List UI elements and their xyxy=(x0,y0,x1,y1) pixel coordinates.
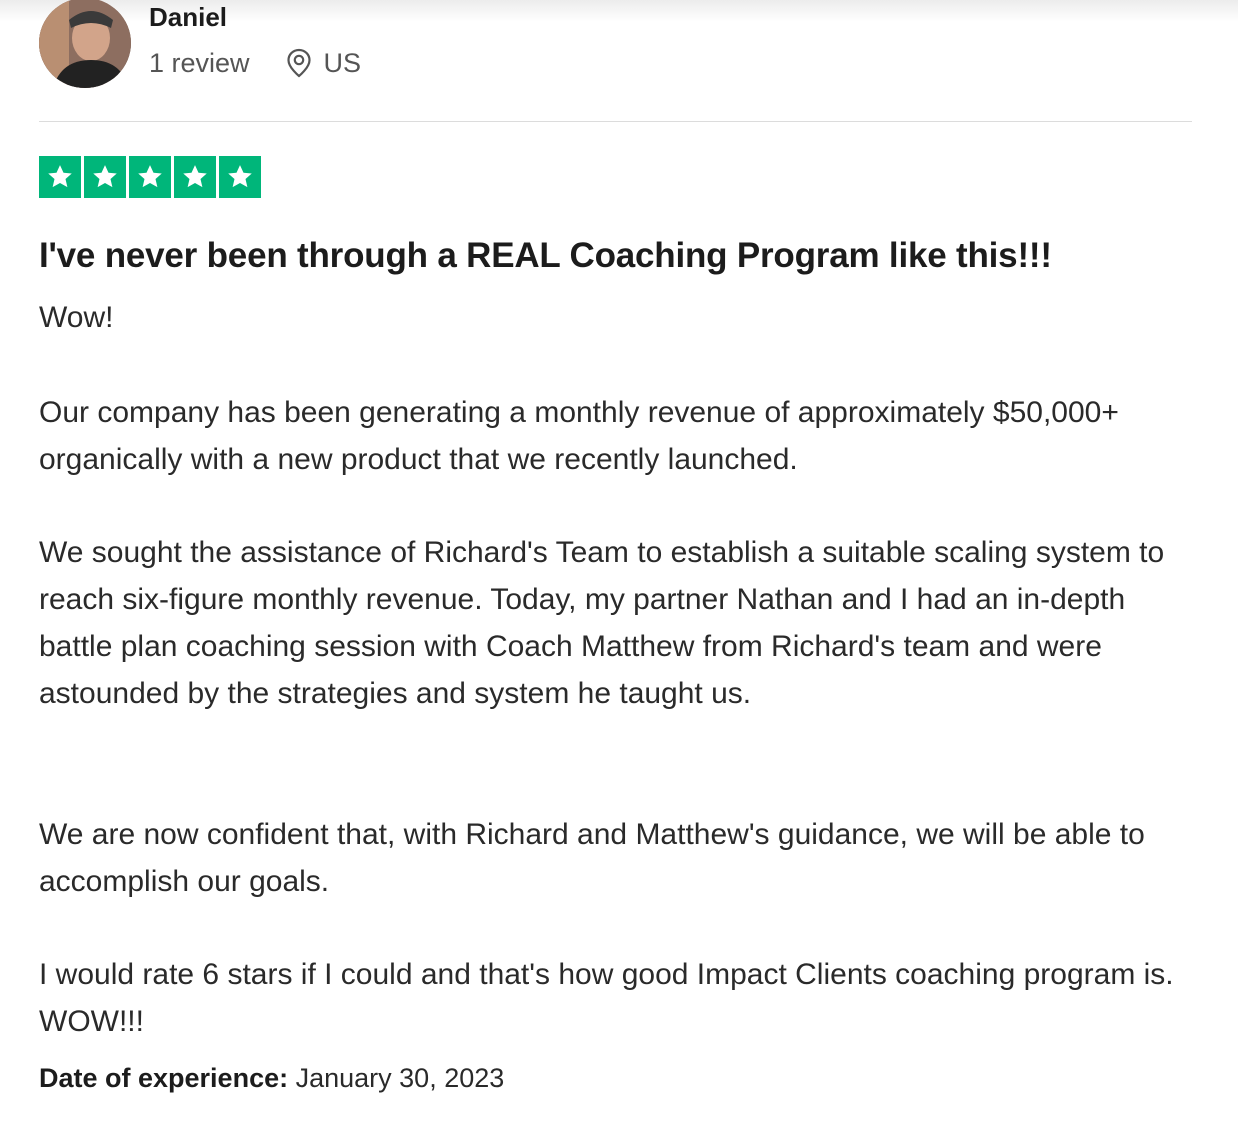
review-paragraph-1: Wow! xyxy=(39,301,114,334)
location-pin-icon xyxy=(286,48,311,78)
star-4-icon xyxy=(174,156,216,198)
avatar[interactable] xyxy=(39,0,131,88)
date-of-experience: Date of experience: January 30, 2023 xyxy=(39,1063,504,1094)
review-title[interactable]: I've never been through a REAL Coaching … xyxy=(39,236,1192,276)
reviewer-country: US xyxy=(323,47,362,78)
date-label: Date of experience: xyxy=(39,1063,289,1093)
reviewer-meta: 1 review US xyxy=(149,46,361,80)
star-3-icon xyxy=(129,156,171,198)
star-5-icon xyxy=(219,156,261,198)
date-value: January 30, 2023 xyxy=(295,1063,505,1093)
reviewer-location: US xyxy=(286,47,362,79)
review-paragraph-4: We are now confident that, with Richard … xyxy=(39,818,1145,898)
star-2-icon xyxy=(84,156,126,198)
review-paragraph-2: Our company has been generating a monthl… xyxy=(39,396,1119,476)
star-rating xyxy=(39,156,261,198)
review-paragraph-3: We sought the assistance of Richard's Te… xyxy=(39,536,1165,710)
divider xyxy=(39,121,1192,122)
star-1-icon xyxy=(39,156,81,198)
review-count: 1 review xyxy=(149,47,250,78)
reviewer-name[interactable]: Daniel xyxy=(149,2,227,33)
review-paragraph-5: I would rate 6 stars if I could and that… xyxy=(39,958,1174,1038)
